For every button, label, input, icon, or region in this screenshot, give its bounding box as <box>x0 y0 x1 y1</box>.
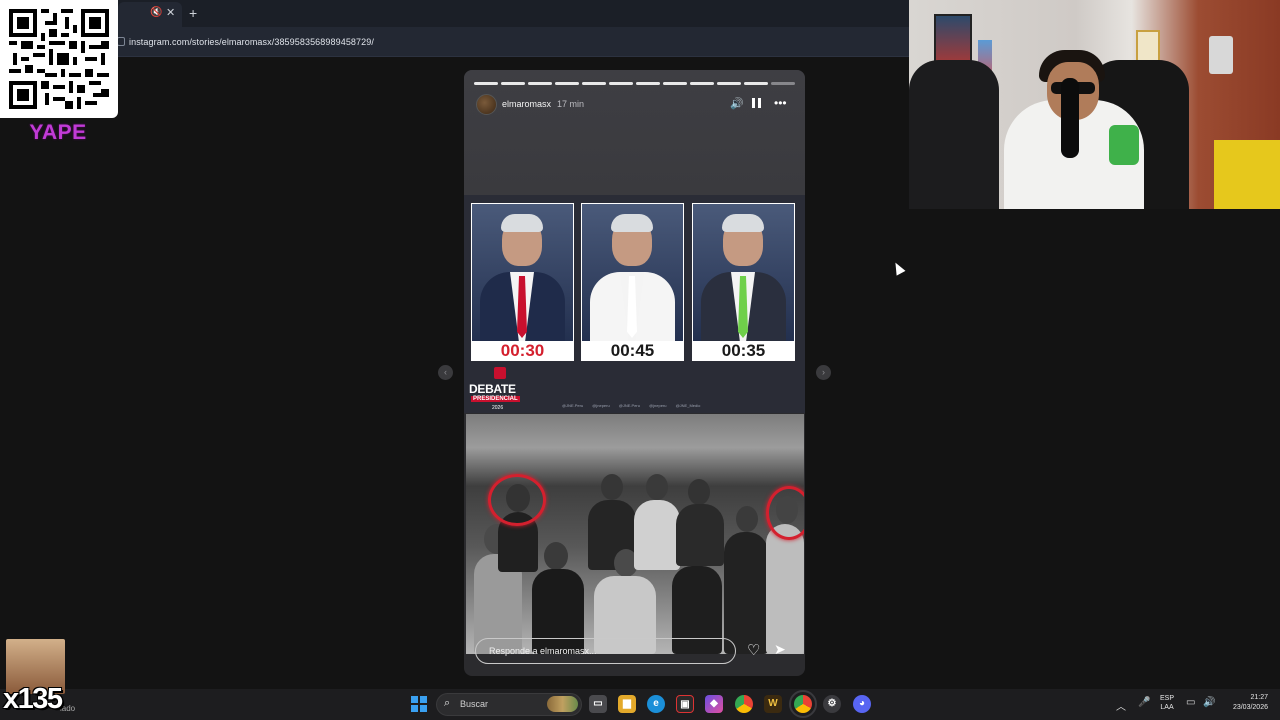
story-time: 17 min <box>557 99 585 109</box>
corner-text: lado <box>60 704 76 713</box>
multiplier-counter: x135 <box>3 683 63 715</box>
progress-segment <box>744 82 768 85</box>
story-header-area <box>464 70 805 196</box>
debate-emblem-icon <box>494 367 506 379</box>
qr-code-panel <box>0 0 118 118</box>
debate-image: 00:30 00:45 00:35 DEBATE PRESIDENCIAL 2026… <box>464 195 805 413</box>
candidate-timer: 00:35 <box>721 341 766 360</box>
mouse-cursor-icon <box>891 260 906 276</box>
debate-logo-year: 2026 <box>492 405 504 411</box>
language-indicator[interactable]: ESP LAA <box>1160 694 1174 712</box>
tab-close-icon[interactable]: ✕ <box>166 6 175 19</box>
discord-icon[interactable]: ◕ <box>853 695 871 713</box>
progress-segment <box>528 82 552 85</box>
copilot-icon[interactable]: ◆ <box>705 695 723 713</box>
story-progress-bar <box>474 82 795 85</box>
candidate-photo <box>472 204 573 341</box>
clock-date: 23/03/2026 <box>1232 704 1268 711</box>
prev-story-arrow-icon[interactable]: ‹ <box>438 365 453 380</box>
candidate-timer: 00:30 <box>500 341 545 360</box>
progress-segment <box>771 82 795 85</box>
new-tab-button[interactable]: + <box>189 5 197 21</box>
yape-label: YAPE <box>29 121 87 144</box>
candidate-card: 00:35 <box>692 203 795 361</box>
url-text[interactable]: instagram.com/stories/elmaromasx/3859583… <box>129 37 374 47</box>
settings-app-icon[interactable]: ⚙ <box>823 695 841 713</box>
more-options-icon[interactable]: ••• <box>774 96 787 110</box>
pause-icon[interactable] <box>752 98 761 108</box>
volume-icon[interactable]: 🔊 <box>730 97 744 110</box>
progress-segment <box>690 82 714 85</box>
tray-mic-icon[interactable]: 🎤 <box>1138 697 1150 708</box>
capture-app-icon[interactable]: ▣ <box>676 695 694 713</box>
taskbar-clock[interactable]: 21:27 23/03/2026 <box>1222 693 1268 713</box>
windows-start-icon[interactable] <box>411 696 427 712</box>
progress-segment <box>717 82 741 85</box>
story-viewer[interactable]: elmaromasx 17 min 🔊 ••• 00:30 00:45 00:35 … <box>464 70 805 676</box>
tray-chevron-up-icon[interactable]: ︿ <box>1116 698 1126 713</box>
candidate-card: 00:45 <box>581 203 684 361</box>
progress-segment <box>582 82 606 85</box>
page-scrollbar[interactable] <box>1272 0 1280 689</box>
winamp-icon[interactable]: W <box>764 695 782 713</box>
clock-time: 21:27 <box>1250 694 1268 701</box>
candidate-timer: 00:45 <box>610 341 655 360</box>
lang-top: ESP <box>1160 695 1175 702</box>
group-photo <box>466 414 804 654</box>
task-view-icon[interactable]: ▭ <box>589 695 607 713</box>
progress-segment <box>609 82 633 85</box>
search-highlight-icon[interactable] <box>547 696 578 712</box>
heart-icon[interactable]: ♡ <box>747 641 760 659</box>
qr-code-icon <box>9 9 109 109</box>
next-story-arrow-icon[interactable]: › <box>816 365 831 380</box>
chrome-active-icon[interactable] <box>789 690 817 718</box>
reply-placeholder[interactable]: Responde a elmaromasx... <box>489 646 597 656</box>
story-avatar[interactable] <box>476 94 497 115</box>
chrome-icon[interactable] <box>735 695 753 713</box>
webcam-feed <box>909 0 1280 209</box>
candidate-card: 00:30 <box>471 203 574 361</box>
debate-logo-word: DEBATE <box>469 382 516 396</box>
search-icon[interactable]: ⌕ <box>444 697 450 710</box>
progress-segment <box>474 82 498 85</box>
tab-mute-icon[interactable]: 🔇 <box>150 7 162 18</box>
debate-handles: @JNE.Peru @jneperu @JNE.Peru @jneperu @J… <box>562 403 701 408</box>
progress-segment <box>636 82 660 85</box>
candidate-photo <box>693 204 794 341</box>
candidate-photo <box>582 204 683 341</box>
send-icon[interactable]: ➤ <box>774 641 786 658</box>
progress-segment <box>663 82 687 85</box>
story-username[interactable]: elmaromasx <box>502 99 551 109</box>
site-info-icon[interactable] <box>117 37 125 46</box>
taskbar <box>0 689 1280 720</box>
network-icon[interactable]: ▭ <box>1186 697 1195 708</box>
debate-logo-sub: PRESIDENCIAL <box>471 396 520 402</box>
volume-tray-icon[interactable]: 🔊 <box>1203 697 1215 708</box>
lang-bottom: LAA <box>1160 704 1174 711</box>
progress-segment <box>501 82 525 85</box>
edge-icon[interactable]: e <box>647 695 665 713</box>
file-explorer-icon[interactable]: ▆ <box>618 695 636 713</box>
taskbar-search-label[interactable]: Buscar <box>460 699 488 709</box>
progress-segment <box>555 82 579 85</box>
